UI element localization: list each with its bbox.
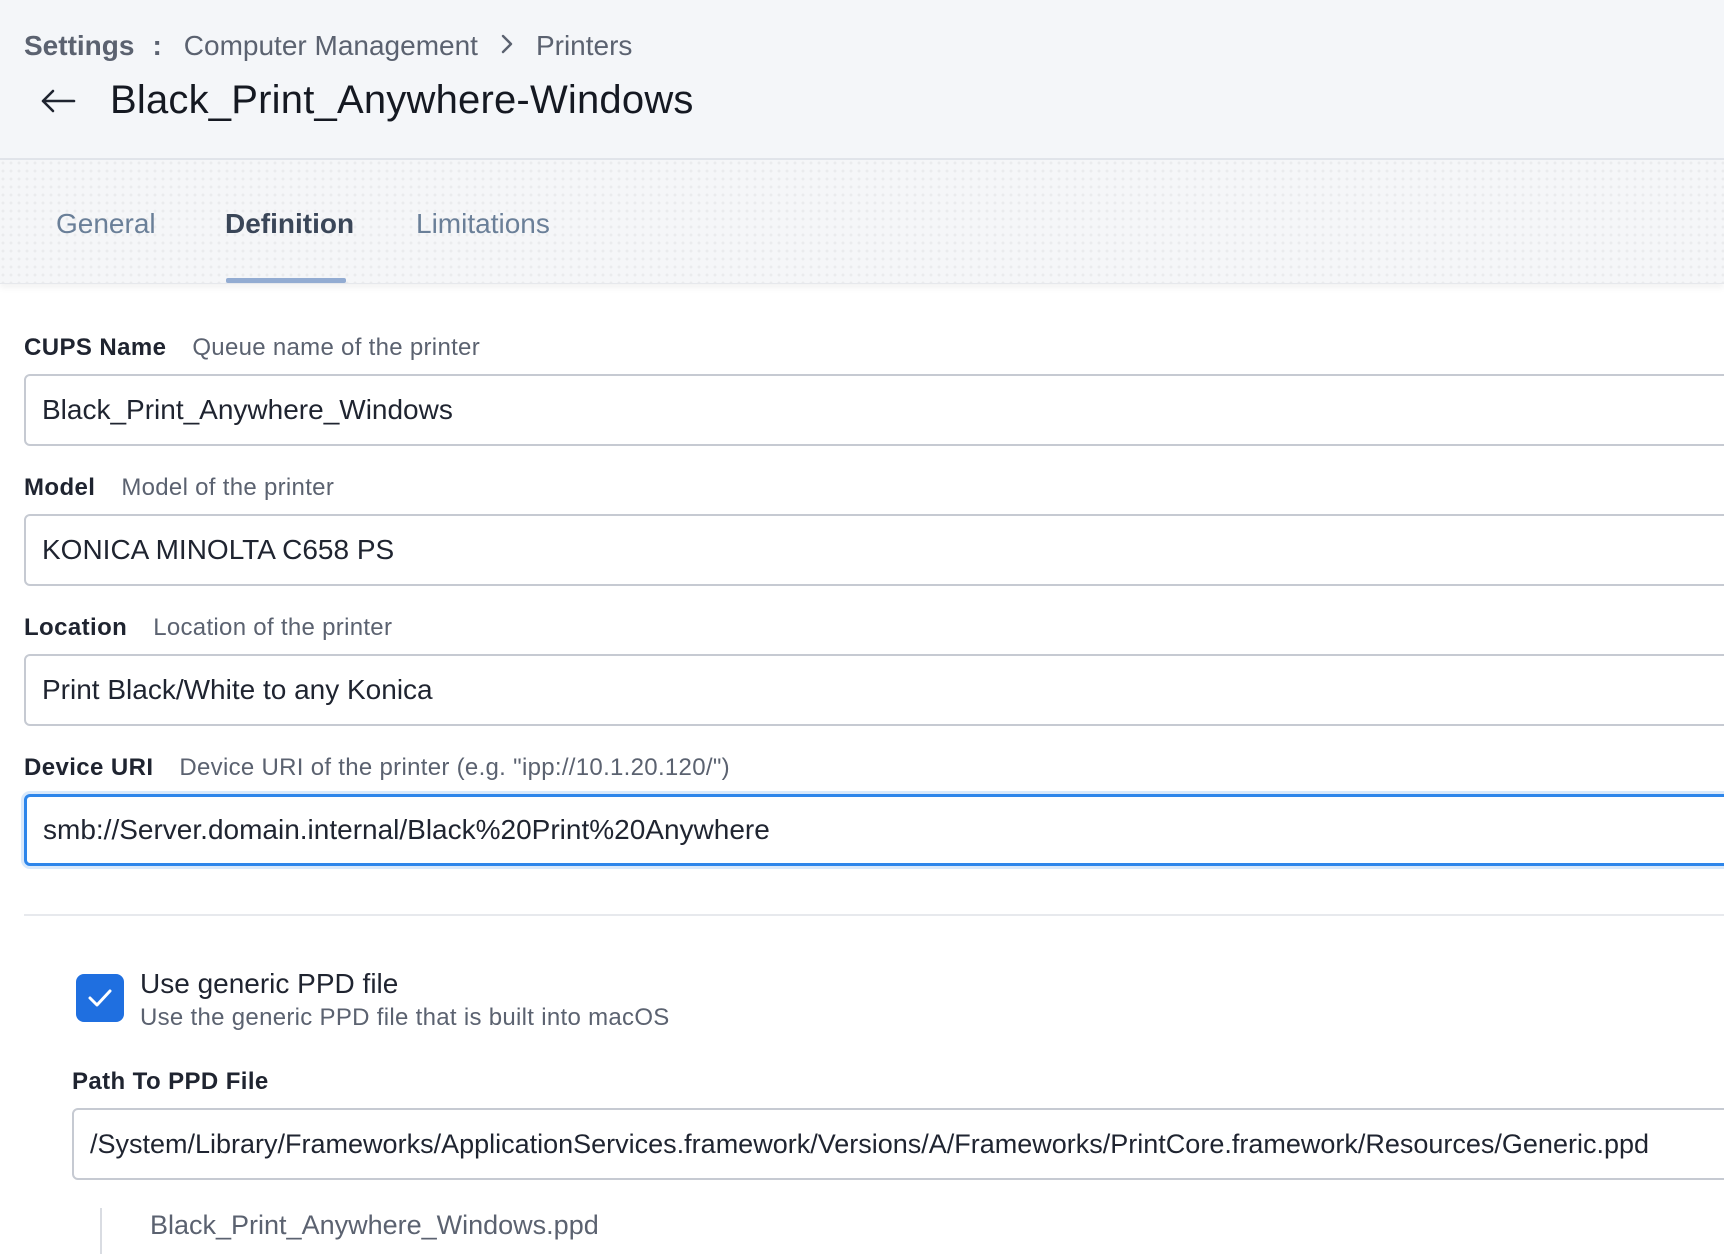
location-hint: Location of the printer [153,614,393,641]
model-hint: Model of the printer [121,474,335,501]
active-tab-indicator [226,278,346,283]
location-label-row: Location Location of the printer [24,614,392,642]
tab-bar: General Definition Limitations [0,160,1724,284]
breadcrumb-separator: : [152,30,162,61]
back-arrow-icon[interactable] [40,83,76,119]
tab-definition[interactable]: Definition [225,208,354,240]
device-uri-input[interactable] [24,794,1724,866]
location-label: Location [24,614,128,641]
page-title: Black_Print_Anywhere-Windows [110,78,694,122]
cups-name-hint: Queue name of the printer [192,334,480,361]
location-input[interactable] [24,654,1724,726]
chevron-right-icon [500,31,514,62]
cups-name-label: CUPS Name [24,334,167,361]
breadcrumb-computer-management[interactable]: Computer Management [184,30,478,62]
cups-name-input[interactable] [24,374,1724,446]
ppd-path-label: Path To PPD File [72,1068,269,1095]
tab-general[interactable]: General [56,208,156,240]
device-uri-label: Device URI [24,754,154,781]
model-label: Model [24,474,96,501]
page-header: Settings : Computer Management Printers … [0,0,1724,160]
use-generic-ppd-subtitle: Use the generic PPD file that is built i… [140,1004,670,1031]
section-divider [24,914,1724,916]
title-row: Black_Print_Anywhere-Windows [40,78,694,123]
use-generic-ppd-title: Use generic PPD file [140,968,399,999]
device-uri-hint: Device URI of the printer (e.g. "ipp://1… [179,754,730,781]
checkmark-icon [88,989,112,1007]
device-uri-label-row: Device URI Device URI of the printer (e.… [24,754,730,782]
model-input[interactable] [24,514,1724,586]
breadcrumb: Settings : Computer Management Printers [24,30,632,62]
ppd-path-input[interactable] [72,1108,1724,1180]
ppd-file-name: Black_Print_Anywhere_Windows.ppd [150,1210,599,1240]
breadcrumb-root[interactable]: Settings [24,30,134,62]
model-label-row: Model Model of the printer [24,474,334,502]
use-generic-ppd-checkbox[interactable] [76,974,124,1022]
breadcrumb-printers[interactable]: Printers [536,30,632,62]
ppd-tree-line [100,1208,102,1254]
cups-name-label-row: CUPS Name Queue name of the printer [24,334,480,362]
tab-limitations[interactable]: Limitations [416,208,550,240]
